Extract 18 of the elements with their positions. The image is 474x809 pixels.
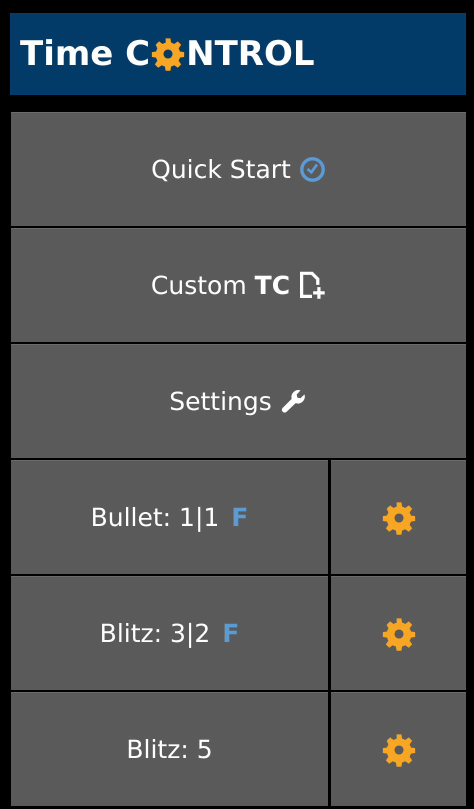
preset-settings-button[interactable] [331, 692, 466, 806]
preset-settings-button[interactable] [331, 460, 466, 574]
clock-icon [298, 156, 326, 183]
gear-logo-icon [151, 37, 186, 71]
wrench-icon [280, 388, 308, 416]
title-text: Time C [20, 37, 150, 71]
preset-button[interactable]: Blitz: 5 [11, 692, 328, 806]
preset-button[interactable]: Bullet: 1|1 F [11, 460, 328, 574]
preset-button[interactable]: Blitz: 3|2 F [11, 576, 328, 690]
preset-settings-button[interactable] [331, 576, 466, 690]
gear-icon [382, 732, 416, 766]
title-text: NTROL [186, 37, 315, 71]
menu-button[interactable]: Custom TC [11, 228, 466, 342]
menu-button[interactable]: Settings [11, 344, 466, 458]
file-plus-icon [298, 270, 326, 300]
menu-button[interactable]: Quick Start [11, 112, 466, 226]
gear-icon [382, 500, 416, 534]
gear-icon [382, 616, 416, 650]
